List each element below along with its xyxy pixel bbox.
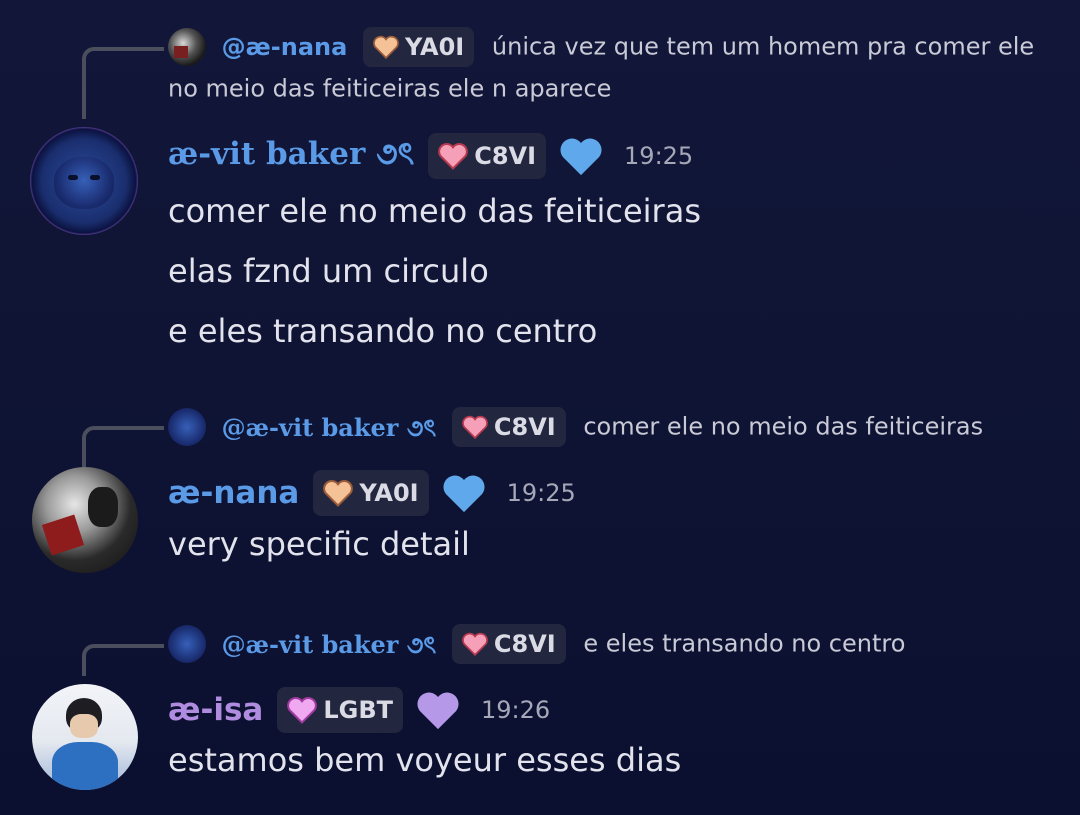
username[interactable]: æ-vit baker ૭ৎ	[168, 130, 414, 182]
pink-heart-icon	[462, 632, 488, 656]
message-text: very specific detail	[168, 525, 470, 563]
role-tag[interactable]: YA0I	[313, 470, 429, 516]
pink-heart-icon	[438, 143, 469, 170]
peach-heart-icon	[373, 35, 399, 59]
avatar[interactable]	[32, 684, 138, 790]
reply-text[interactable]: e eles transando no centro	[583, 630, 905, 658]
role-tag-label: YA0I	[359, 479, 419, 507]
role-tag[interactable]: C8VI	[428, 133, 547, 179]
pink-heart-icon	[462, 415, 488, 439]
reply-avatar[interactable]	[168, 28, 206, 66]
username[interactable]: æ-isa	[168, 692, 263, 728]
role-tag[interactable]: LGBT	[277, 687, 404, 733]
timestamp: 19:25	[624, 142, 694, 170]
reply-avatar[interactable]	[168, 408, 206, 446]
username[interactable]: æ-nana	[168, 475, 299, 511]
reply-role-tag[interactable]: YA0I	[362, 27, 475, 67]
reply-tag-label: C8VI	[493, 412, 556, 441]
reply-preview[interactable]: @æ-vit baker ૭ৎ C8VI comer ele no meio d…	[168, 406, 1040, 448]
magenta-heart-icon	[287, 697, 318, 724]
message-header: æ-nana YA0I 19:25	[168, 467, 576, 519]
purple-heart-icon	[417, 692, 459, 730]
reply-connector	[82, 426, 164, 470]
reply-username[interactable]: @æ-nana	[222, 33, 348, 61]
reply-role-tag[interactable]: C8VI	[451, 624, 566, 664]
reply-username[interactable]: @æ-vit baker ૭ৎ	[222, 413, 437, 442]
timestamp: 19:25	[506, 479, 576, 507]
role-tag-label: LGBT	[323, 696, 394, 724]
avatar[interactable]	[32, 467, 138, 573]
message-text: e eles transando no centro	[168, 312, 598, 350]
timestamp: 19:26	[481, 696, 551, 724]
reply-tag-label: YA0I	[404, 32, 465, 61]
reply-avatar[interactable]	[168, 625, 206, 663]
blue-heart-icon	[560, 138, 602, 176]
role-tag-label: C8VI	[474, 142, 537, 170]
reply-preview[interactable]: @æ-nana YA0I única vez que tem um homem …	[168, 26, 1040, 109]
reply-connector	[82, 47, 164, 119]
reply-preview[interactable]: @æ-vit baker ૭ৎ C8VI e eles transando no…	[168, 623, 1040, 665]
blue-heart-icon	[443, 475, 485, 513]
reply-username[interactable]: @æ-vit baker ૭ৎ	[222, 630, 437, 659]
message-text: elas fznd um circulo	[168, 252, 489, 290]
reply-tag-label: C8VI	[493, 629, 556, 658]
avatar[interactable]	[30, 127, 138, 235]
peach-heart-icon	[323, 480, 354, 507]
reply-connector	[82, 644, 164, 676]
reply-text[interactable]: comer ele no meio das feiticeiras	[583, 413, 983, 441]
message-text: estamos bem voyeur esses dias	[168, 741, 682, 779]
reply-role-tag[interactable]: C8VI	[451, 407, 566, 447]
message-header: æ-isa LGBT 19:26	[168, 684, 550, 736]
message-header: æ-vit baker ૭ৎ C8VI 19:25	[168, 130, 693, 182]
message-text: comer ele no meio das feiticeiras	[168, 192, 701, 230]
